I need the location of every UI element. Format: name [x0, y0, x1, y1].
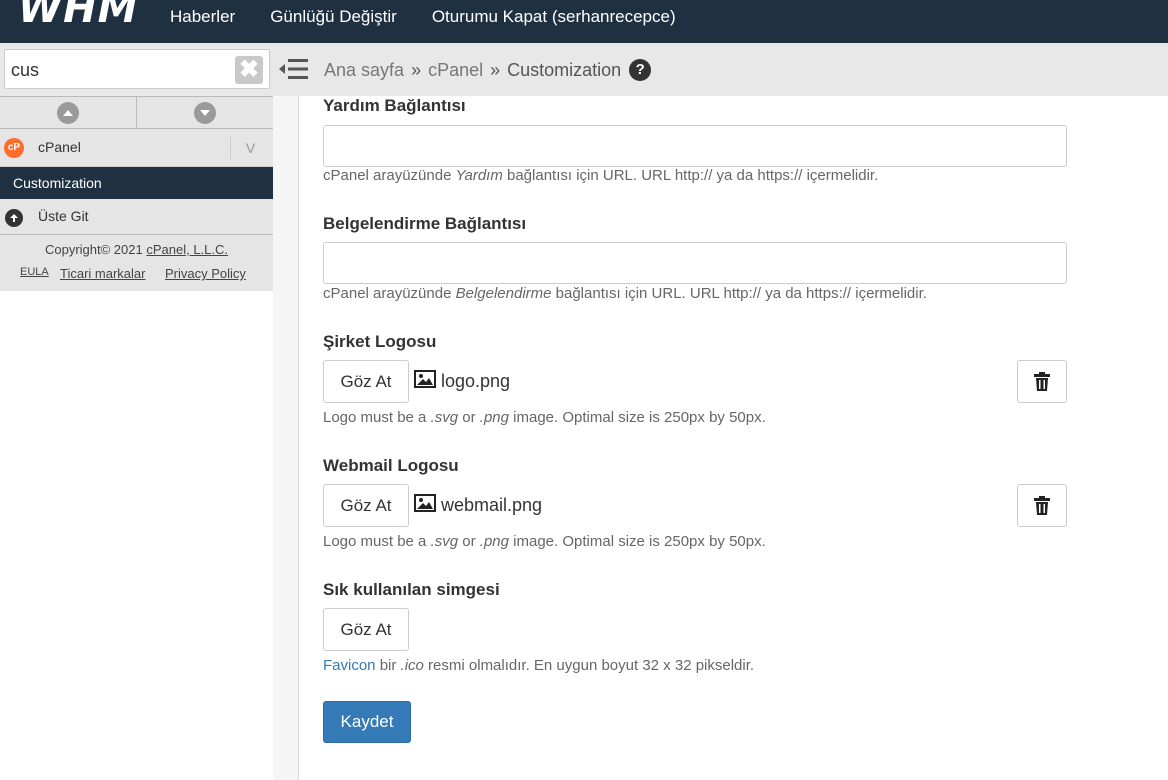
arrow-up-icon: [5, 209, 23, 227]
favicon-link[interactable]: Favicon: [323, 657, 376, 674]
webmail-logo-delete-button[interactable]: [1017, 484, 1067, 527]
help-link-input[interactable]: [323, 125, 1067, 167]
favicon-browse-button[interactable]: Göz At: [323, 608, 409, 651]
help-icon[interactable]: ?: [629, 59, 652, 81]
privacy-policy-link[interactable]: Privacy Policy: [165, 266, 246, 281]
section-collapse-toggle[interactable]: V: [230, 137, 270, 159]
search-area: ✖: [0, 43, 273, 96]
main-content: Yardım Bağlantısı cPanel arayüzünde Yard…: [273, 96, 1168, 780]
nav-news[interactable]: Haberler: [170, 7, 235, 27]
company-logo-filename: logo.png: [441, 371, 511, 391]
help-link-hint: cPanel arayüzünde Yardım bağlantısı için…: [323, 167, 879, 184]
eula-link[interactable]: EULA: [20, 266, 49, 278]
top-bar: WHM Haberler Günlüğü Değiştir Oturumu Ka…: [0, 0, 1168, 43]
help-link-label: Yardım Bağlantısı: [323, 96, 466, 115]
doc-link-hint: cPanel arayüzünde Belgelendirme bağlantı…: [323, 285, 927, 302]
customization-form: Yardım Bağlantısı cPanel arayüzünde Yard…: [298, 96, 1168, 780]
breadcrumb: Ana sayfa » cPanel » Customization ?: [324, 59, 652, 81]
sidebar-section-cpanel[interactable]: cP cPanel V: [0, 129, 273, 167]
sidebar-section-label: cPanel: [38, 139, 81, 155]
chevron-up-icon: [57, 101, 79, 124]
breadcrumb-separator: »: [411, 59, 422, 80]
breadcrumb-current: Customization: [507, 59, 622, 80]
search-input[interactable]: [11, 58, 231, 82]
hamburger-icon[interactable]: [279, 56, 309, 82]
back-to-top-label: Üste Git: [38, 208, 89, 224]
search-box: ✖: [4, 49, 270, 89]
nav-changelog[interactable]: Günlüğü Değiştir: [270, 7, 397, 27]
nav-arrows: [0, 96, 273, 129]
webmail-logo-browse-button[interactable]: Göz At: [323, 484, 409, 527]
favicon-hint: Favicon bir .ico resmi olmalıdır. En uyg…: [323, 657, 755, 674]
trademarks-link[interactable]: Ticari markalar: [60, 266, 145, 281]
webmail-logo-hint: Logo must be a .svg or .png image. Optim…: [323, 533, 766, 550]
trash-icon: [1034, 496, 1050, 515]
scroll-up-button[interactable]: [0, 97, 136, 128]
company-logo-label: Şirket Logosu: [323, 332, 437, 351]
webmail-logo-filename: webmail.png: [441, 495, 543, 515]
cpanel-company-link[interactable]: cPanel, L.L.C.: [146, 242, 228, 257]
save-button[interactable]: Kaydet: [323, 701, 411, 743]
nav-logout[interactable]: Oturumu Kapat (serhanrecepce): [432, 7, 676, 27]
company-logo-delete-button[interactable]: [1017, 360, 1067, 403]
image-icon: [414, 494, 436, 512]
sidebar-back-to-top[interactable]: Üste Git: [0, 199, 273, 235]
company-logo-hint: Logo must be a .svg or .png image. Optim…: [323, 409, 766, 426]
doc-link-label: Belgelendirme Bağlantısı: [323, 214, 527, 233]
close-icon[interactable]: ✖: [235, 56, 263, 84]
copyright-text: Copyright© 2021: [44, 242, 147, 257]
image-icon: [414, 370, 436, 388]
company-logo-browse-button[interactable]: Göz At: [323, 360, 409, 403]
breadcrumb-bar: Ana sayfa » cPanel » Customization ?: [273, 43, 1168, 96]
doc-link-input[interactable]: [323, 242, 1067, 284]
whm-logo[interactable]: WHM: [18, 0, 138, 32]
chevron-down-icon: [194, 101, 216, 124]
favicon-label: Sık kullanılan simgesi: [323, 580, 500, 599]
breadcrumb-home[interactable]: Ana sayfa: [324, 60, 404, 81]
scroll-down-button[interactable]: [136, 97, 273, 128]
cpanel-icon: cP: [4, 138, 24, 158]
trash-icon: [1034, 372, 1050, 391]
sidebar: ✖ cP cPanel V Customization Üste Git Cop…: [0, 43, 273, 780]
webmail-logo-label: Webmail Logosu: [323, 456, 459, 475]
breadcrumb-separator: »: [490, 59, 501, 80]
sidebar-item-customization[interactable]: Customization: [0, 167, 273, 199]
copyright: Copyright© 2021 cPanel, L.L.C.: [0, 242, 273, 257]
sidebar-footer: Copyright© 2021 cPanel, L.L.C. EULA Tica…: [0, 235, 273, 291]
breadcrumb-cpanel[interactable]: cPanel: [428, 60, 483, 81]
top-nav: Haberler Günlüğü Değiştir Oturumu Kapat …: [170, 0, 711, 34]
